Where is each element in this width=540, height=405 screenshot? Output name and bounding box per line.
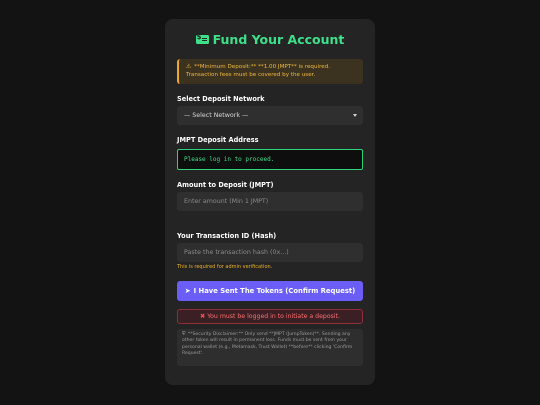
security-disclaimer: ⛨ **Security Disclaimer:** Only send **J… bbox=[177, 329, 363, 366]
disclaimer-text: **Security Disclaimer:** Only send **JMP… bbox=[182, 332, 353, 357]
address-label: JMPT Deposit Address bbox=[177, 136, 259, 144]
warning-line-2: Transaction fees must be covered by the … bbox=[186, 72, 316, 78]
network-select-value: — Select Network — bbox=[184, 112, 249, 119]
amount-placeholder: Enter amount (Min 1 JMPT) bbox=[184, 198, 269, 205]
amount-label: Amount to Deposit (JMPT) bbox=[177, 181, 274, 189]
txid-input[interactable]: Paste the transaction hash (0x...) bbox=[177, 243, 363, 262]
txid-placeholder: Paste the transaction hash (0x...) bbox=[184, 249, 289, 256]
deposit-address-value: Please log in to proceed. bbox=[184, 156, 275, 163]
paper-plane-icon: ➤ bbox=[184, 287, 191, 295]
txid-label: Your Transaction ID (Hash) bbox=[177, 232, 277, 240]
page-title-text: Fund Your Account bbox=[212, 32, 345, 47]
page-title: Fund Your Account bbox=[165, 32, 375, 47]
amount-input[interactable]: Enter amount (Min 1 JMPT) bbox=[177, 192, 363, 211]
txid-hint: This is required for admin verification. bbox=[177, 264, 273, 270]
x-icon: ✖ bbox=[200, 313, 206, 320]
network-select[interactable]: — Select Network — bbox=[177, 106, 363, 125]
confirm-button-label: I Have Sent The Tokens (Confirm Request) bbox=[193, 287, 356, 295]
deposit-address-box: Please log in to proceed. bbox=[177, 149, 363, 170]
error-text: You must be logged in to initiate a depo… bbox=[207, 313, 340, 320]
network-label: Select Deposit Network bbox=[177, 95, 265, 103]
login-error-message: ✖ You must be logged in to initiate a dep… bbox=[177, 309, 363, 324]
money-bill-icon bbox=[195, 33, 209, 44]
shield-icon: ⛨ bbox=[182, 332, 186, 337]
confirm-request-button[interactable]: ➤ I Have Sent The Tokens (Confirm Request… bbox=[177, 281, 363, 301]
chevron-down-icon bbox=[353, 114, 357, 117]
minimum-deposit-warning: ⚠ **Minimum Deposit:** **1.00 JMPT** is … bbox=[177, 59, 363, 84]
warning-triangle-icon: ⚠ bbox=[186, 63, 192, 70]
warning-line-1: **Minimum Deposit:** **1.00 JMPT** is re… bbox=[194, 64, 331, 70]
deposit-card: Fund Your Account ⚠ **Minimum Deposit:**… bbox=[165, 19, 375, 385]
